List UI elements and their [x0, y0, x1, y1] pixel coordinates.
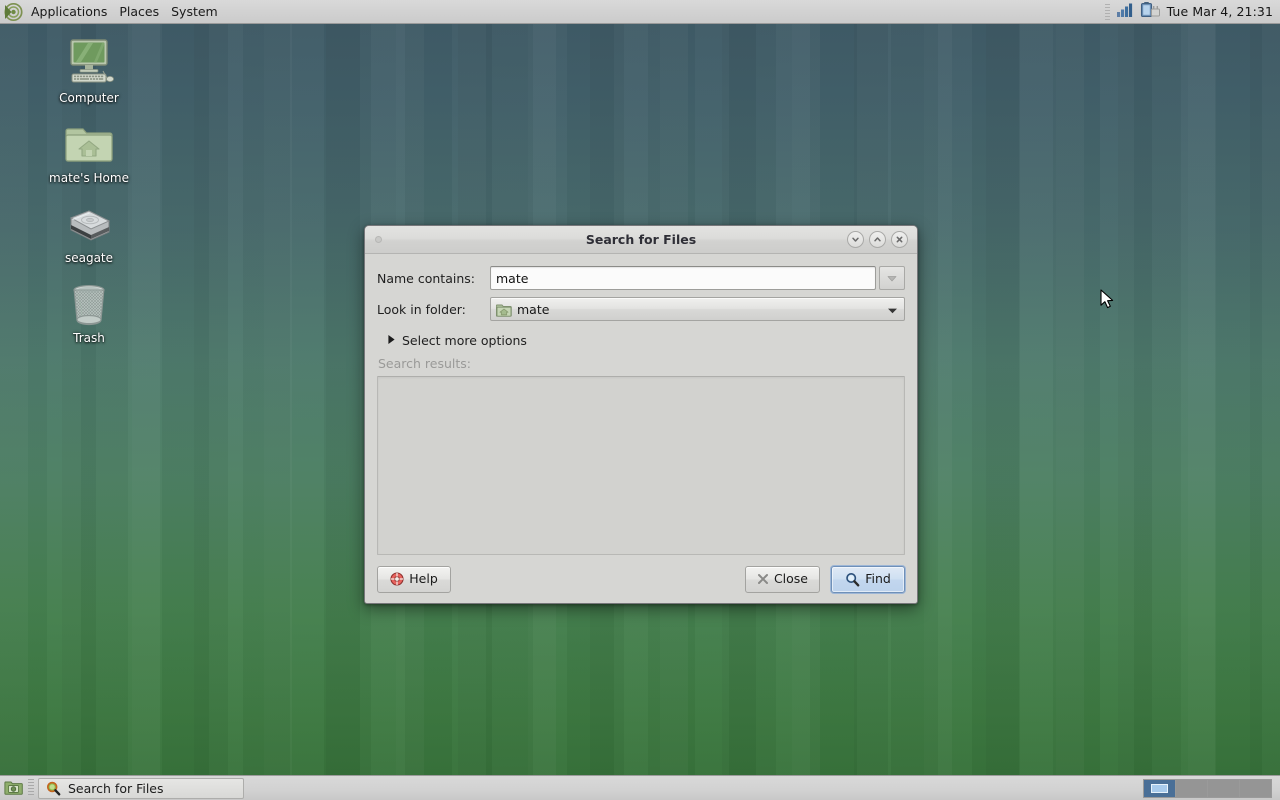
dialog-title: Search for Files: [365, 232, 917, 247]
menu-places[interactable]: Places: [113, 1, 165, 23]
workspace-4[interactable]: [1240, 780, 1271, 797]
search-magnifier-icon: [46, 781, 61, 796]
desktop-icon-computer[interactable]: Computer: [34, 38, 144, 105]
trash-icon: [34, 278, 144, 328]
desktop-icon-label: Trash: [34, 331, 144, 345]
signal-strength-icon[interactable]: [1115, 1, 1135, 22]
panel-drag-handle[interactable]: [28, 779, 34, 797]
search-results-label: Search results:: [377, 356, 905, 371]
help-lifebuoy-icon: [390, 572, 404, 586]
desktop-icon-seagate[interactable]: seagate: [34, 198, 144, 265]
triangle-down-icon: [887, 302, 898, 317]
workspace-window-preview: [1151, 784, 1168, 793]
dialog-titlebar[interactable]: Search for Files: [365, 226, 917, 254]
system-tray: Tue Mar 4, 21:31: [1105, 0, 1280, 24]
clock[interactable]: Tue Mar 4, 21:31: [1167, 4, 1273, 19]
minimize-button[interactable]: [847, 231, 864, 248]
select-more-options-expander[interactable]: Select more options: [377, 333, 905, 348]
folder-combobox-value: mate: [517, 302, 549, 317]
close-button[interactable]: [891, 231, 908, 248]
panel-drag-handle[interactable]: [1105, 4, 1110, 20]
bottom-panel: Search for Files: [0, 775, 1280, 800]
window-menu-icon[interactable]: [375, 236, 382, 243]
taskbar-item-label: Search for Files: [68, 781, 164, 796]
search-magnifier-icon: [845, 572, 860, 587]
harddisk-icon: [34, 198, 144, 248]
search-for-files-dialog: Search for Files Name contains:: [364, 225, 918, 604]
desktop-icon-label: seagate: [34, 251, 144, 265]
computer-icon: [34, 38, 144, 88]
find-button-label: Find: [865, 573, 891, 586]
close-dialog-button[interactable]: Close: [745, 566, 820, 593]
triangle-right-icon: [387, 334, 396, 348]
close-x-icon: [895, 235, 904, 244]
search-results-list[interactable]: [377, 376, 905, 555]
name-contains-label: Name contains:: [377, 271, 490, 286]
desktop-icon-trash[interactable]: Trash: [34, 278, 144, 345]
workspace-3[interactable]: [1208, 780, 1239, 797]
close-x-icon: [757, 573, 769, 585]
chevron-up-icon: [873, 235, 882, 244]
find-button[interactable]: Find: [831, 566, 905, 593]
show-desktop-icon[interactable]: [2, 777, 24, 799]
top-panel: Applications Places System Tue Mar 4,: [0, 0, 1280, 24]
look-in-folder-label: Look in folder:: [377, 302, 490, 317]
help-button-label: Help: [409, 573, 438, 586]
dialog-action-area: Help Close Find: [365, 555, 917, 603]
battery-icon[interactable]: [1140, 1, 1162, 22]
look-in-folder-row: Look in folder: mate: [377, 297, 905, 321]
expander-label: Select more options: [402, 333, 527, 348]
help-button[interactable]: Help: [377, 566, 451, 593]
name-contains-row: Name contains:: [377, 266, 905, 290]
name-history-dropdown-button[interactable]: [879, 266, 905, 290]
close-button-label: Close: [774, 573, 808, 586]
folder-combobox[interactable]: mate: [490, 297, 905, 321]
menu-system[interactable]: System: [165, 1, 224, 23]
taskbar-item-search-for-files[interactable]: Search for Files: [38, 778, 244, 799]
chevron-down-icon: [851, 235, 860, 244]
workspace-1[interactable]: [1144, 780, 1175, 797]
workspace-2[interactable]: [1176, 780, 1207, 797]
desktop-icon-label: Computer: [34, 91, 144, 105]
home-folder-icon: [496, 302, 512, 317]
maximize-button[interactable]: [869, 231, 886, 248]
mate-logo-icon[interactable]: [3, 2, 23, 22]
menu-applications[interactable]: Applications: [25, 1, 113, 23]
desktop-icon-label: mate's Home: [34, 171, 144, 185]
home-folder-icon: [34, 118, 144, 168]
workspace-switcher[interactable]: [1143, 779, 1272, 798]
triangle-down-icon: [887, 275, 897, 282]
search-input[interactable]: [490, 266, 876, 290]
desktop-icon-home[interactable]: mate's Home: [34, 118, 144, 185]
